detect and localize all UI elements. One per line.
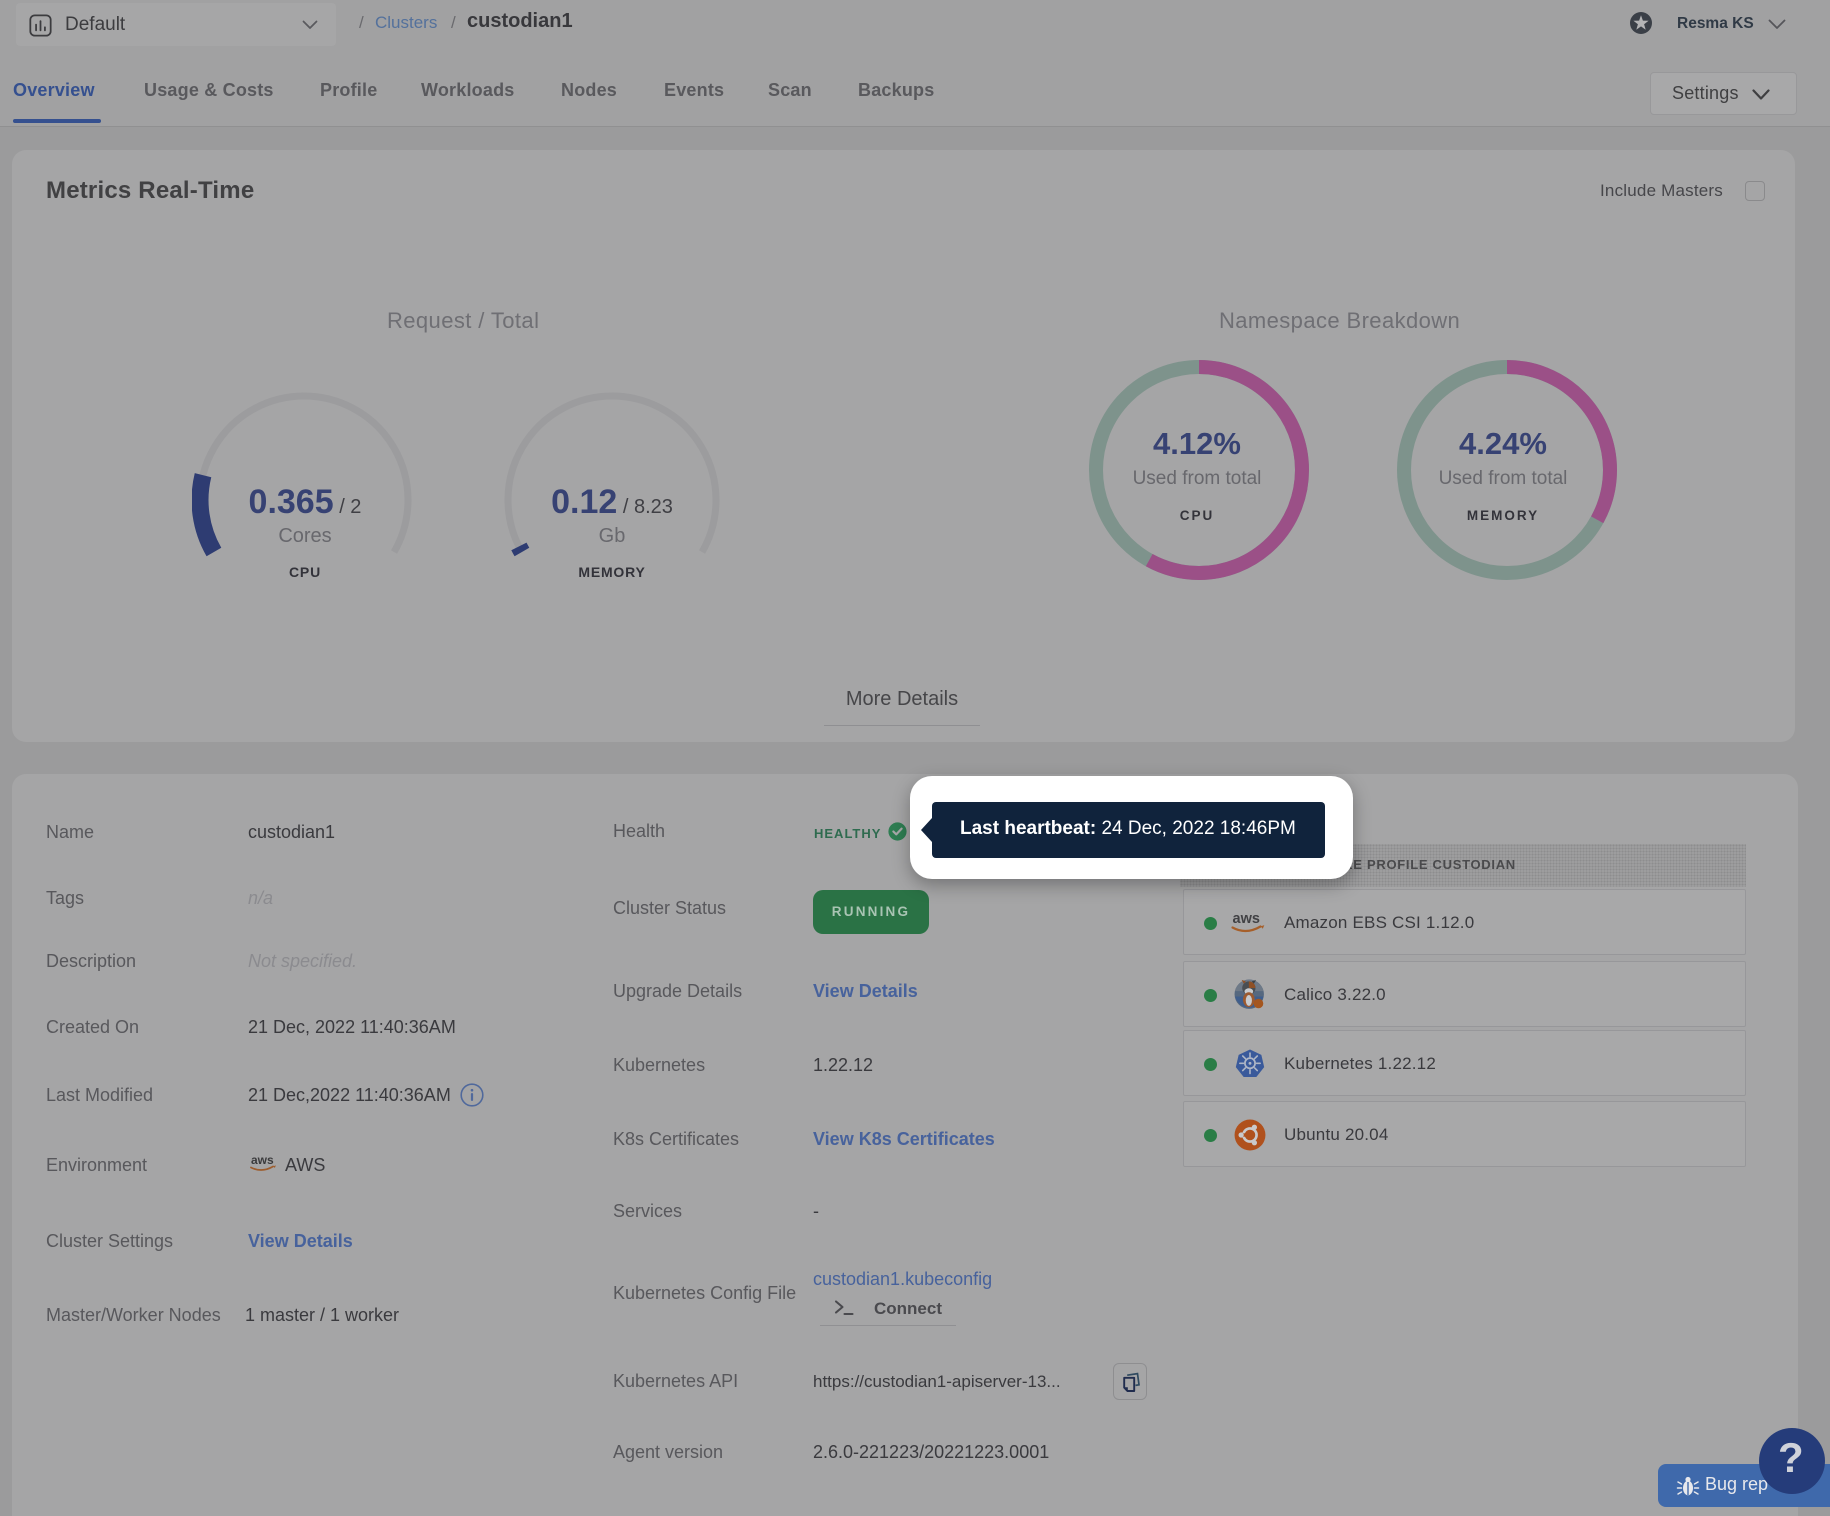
svg-text:aws: aws xyxy=(251,1153,274,1167)
svg-text:aws: aws xyxy=(1233,911,1260,927)
